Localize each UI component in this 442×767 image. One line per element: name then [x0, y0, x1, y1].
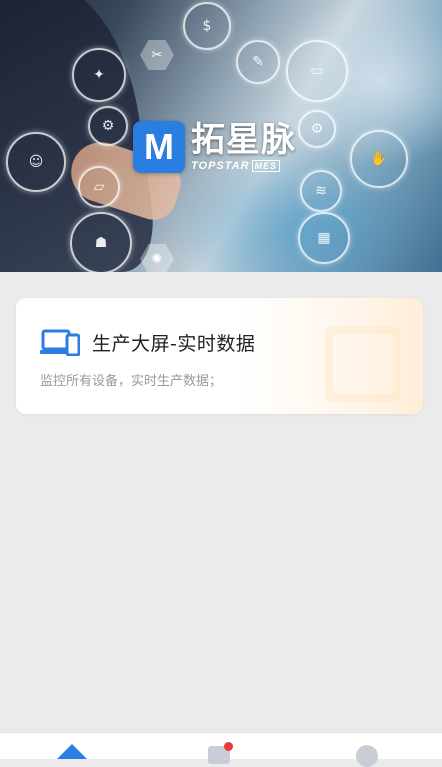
brand-en-text: TOPSTAR	[191, 160, 250, 172]
logo-text: 拓星脉 TOPSTAR MES	[191, 122, 296, 172]
tab-profile[interactable]	[338, 733, 398, 767]
tab-messages[interactable]	[190, 733, 250, 764]
laptop-icon: ▱	[78, 166, 120, 208]
tab-home[interactable]	[42, 733, 102, 759]
factory-icon: ▦	[298, 212, 350, 264]
home-icon	[57, 744, 87, 759]
bottom-tab-bar	[0, 732, 442, 767]
brand-logo: M 拓星脉 TOPSTAR MES	[133, 121, 296, 173]
hero-banner: $ ✦ ⚙ ✎ ▭ ⚙ ✋ ≋ ▦ ☺ ☗ ▱ ✂ ✺ M 拓星脉 TOPSTA…	[0, 0, 442, 272]
brand-name-cn: 拓星脉	[191, 120, 296, 160]
tools-icon: ✂	[140, 40, 174, 70]
notification-badge	[224, 742, 233, 751]
bulb-icon: ✦	[72, 48, 126, 102]
card-decoration	[325, 326, 401, 402]
truck-icon: ▭	[286, 40, 348, 102]
gear-icon: ⚙	[298, 110, 336, 148]
production-dashboard-card[interactable]: 生产大屏-实时数据 监控所有设备，实时生产数据；	[16, 298, 423, 414]
device-monitor-icon	[40, 329, 80, 356]
dollar-icon: $	[183, 2, 231, 50]
brand-name-en: TOPSTAR MES	[191, 160, 296, 172]
handshake-icon: ✋	[350, 130, 408, 188]
wifi-icon: ≋	[300, 170, 342, 212]
brand-badge: MES	[251, 160, 281, 172]
user-icon	[356, 745, 378, 767]
robot-arm-icon: ⚙	[88, 106, 128, 146]
wrench-icon: ✎	[236, 40, 280, 84]
person-icon: ☺	[6, 132, 66, 192]
logo-mark: M	[133, 121, 185, 173]
robot-icon: ☗	[70, 212, 132, 272]
card-title: 生产大屏-实时数据	[92, 332, 256, 355]
